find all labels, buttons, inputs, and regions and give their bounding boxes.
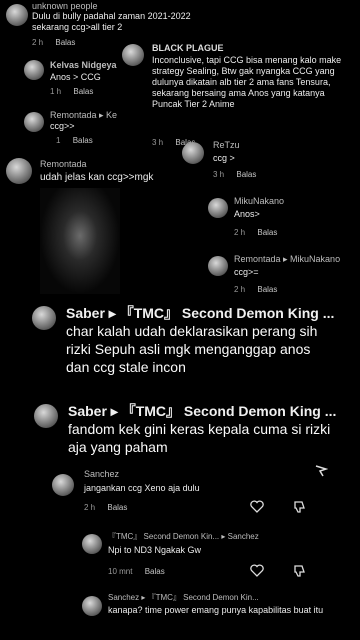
- avatar[interactable]: [208, 198, 228, 218]
- thumbs-down-icon[interactable]: [292, 500, 306, 514]
- reply-button[interactable]: Balas: [145, 567, 165, 576]
- comment-author[interactable]: Saber ▸ 『TMC』 Second Demon King ...: [68, 401, 336, 421]
- avatar[interactable]: [32, 306, 56, 330]
- comment-author[interactable]: unknown people: [32, 1, 98, 11]
- comment-time: 2 h: [234, 285, 246, 294]
- comment-image[interactable]: [40, 188, 120, 294]
- comment-author[interactable]: Remontada ▸ MikuNakano: [234, 254, 340, 265]
- reply-arrow-icon[interactable]: [314, 464, 328, 478]
- comment-text: jangankan ccg Xeno aja dulu: [84, 483, 200, 493]
- comment-meta: 1 Balas: [56, 136, 103, 145]
- reply-button[interactable]: Balas: [73, 136, 93, 145]
- reply-button[interactable]: Balas: [73, 87, 93, 96]
- comment-author[interactable]: Kelvas Nidgeya: [50, 60, 117, 70]
- comment-text: Anos>: [234, 209, 260, 219]
- comment-author[interactable]: Saber ▸ 『TMC』 Second Demon King ...: [66, 303, 334, 323]
- avatar[interactable]: [122, 44, 144, 66]
- heart-icon[interactable]: [250, 564, 264, 577]
- comment-author[interactable]: MikuNakano: [234, 196, 284, 206]
- comment-author[interactable]: Sanchez ▸ 『TMC』 Second Demon Kin...: [108, 592, 259, 603]
- comment-text: ccg >: [213, 153, 235, 163]
- reply-button[interactable]: Balas: [236, 170, 256, 179]
- comment-author[interactable]: Remontada ▸ Ke: [50, 110, 117, 121]
- avatar[interactable]: [208, 256, 228, 276]
- comment-text: Inconclusive, tapi CCG bisa menang kalo …: [152, 55, 342, 109]
- avatar[interactable]: [182, 142, 204, 164]
- comment-author[interactable]: 『TMC』 Second Demon Kin... ▸ Sanchez: [108, 531, 259, 542]
- comment-text: fandom kek gini keras kepala cuma si riz…: [68, 421, 331, 455]
- comment-time: 1 h: [50, 87, 62, 96]
- reply-button[interactable]: Balas: [257, 228, 277, 237]
- comment-text: ccg>=: [234, 267, 259, 277]
- comment-time: 2 h: [234, 228, 246, 237]
- avatar[interactable]: [24, 60, 44, 80]
- comment-time: 3 h: [152, 138, 164, 147]
- comment-author[interactable]: BLACK PLAGUE: [152, 43, 224, 53]
- comment-time: 1: [56, 136, 61, 145]
- comment-text: kanapa? time power emang punya kapabilit…: [108, 605, 324, 615]
- comment-time: 3 h: [213, 170, 225, 179]
- avatar[interactable]: [82, 596, 102, 616]
- avatar[interactable]: [6, 4, 28, 26]
- comment-time: 2 h: [32, 38, 44, 47]
- comment-text: Dulu di bully padahal zaman 2021-2022 se…: [32, 11, 191, 32]
- comment-author[interactable]: Sanchez: [84, 469, 119, 479]
- comment-time: 2 h: [84, 503, 96, 512]
- avatar[interactable]: [34, 404, 58, 428]
- comment-meta: 3 h Balas: [213, 170, 266, 179]
- comment-text: udah jelas kan ccg>>mgk: [40, 172, 154, 183]
- comment-text: Npi to ND3 Ngakak Gw: [108, 545, 202, 555]
- comment-meta: 2 h Balas: [32, 38, 85, 47]
- avatar[interactable]: [6, 158, 32, 184]
- comment-meta: 2 h Balas: [84, 503, 137, 512]
- reply-button[interactable]: Balas: [107, 503, 127, 512]
- comment-author[interactable]: Remontada: [40, 159, 87, 169]
- avatar[interactable]: [24, 112, 44, 132]
- reply-button[interactable]: Balas: [55, 38, 75, 47]
- avatar[interactable]: [52, 474, 74, 496]
- thumbs-down-icon[interactable]: [292, 564, 306, 578]
- comment-meta: 2 h Balas: [234, 285, 287, 294]
- comment-author[interactable]: ReTzu: [213, 140, 240, 150]
- comment-text: ccg>>: [50, 121, 75, 131]
- reply-button[interactable]: Balas: [257, 285, 277, 294]
- comment-time: 10 mnt: [108, 567, 133, 576]
- comment-meta: 10 mnt Balas: [108, 567, 175, 576]
- avatar[interactable]: [82, 534, 102, 554]
- comment-text: Anos > CCG: [50, 72, 101, 82]
- comment-text: char kalah udah deklarasikan perang sih …: [66, 323, 318, 375]
- comment-meta: 2 h Balas: [234, 228, 287, 237]
- comment-meta: 1 h Balas: [50, 87, 103, 96]
- heart-icon[interactable]: [250, 500, 264, 513]
